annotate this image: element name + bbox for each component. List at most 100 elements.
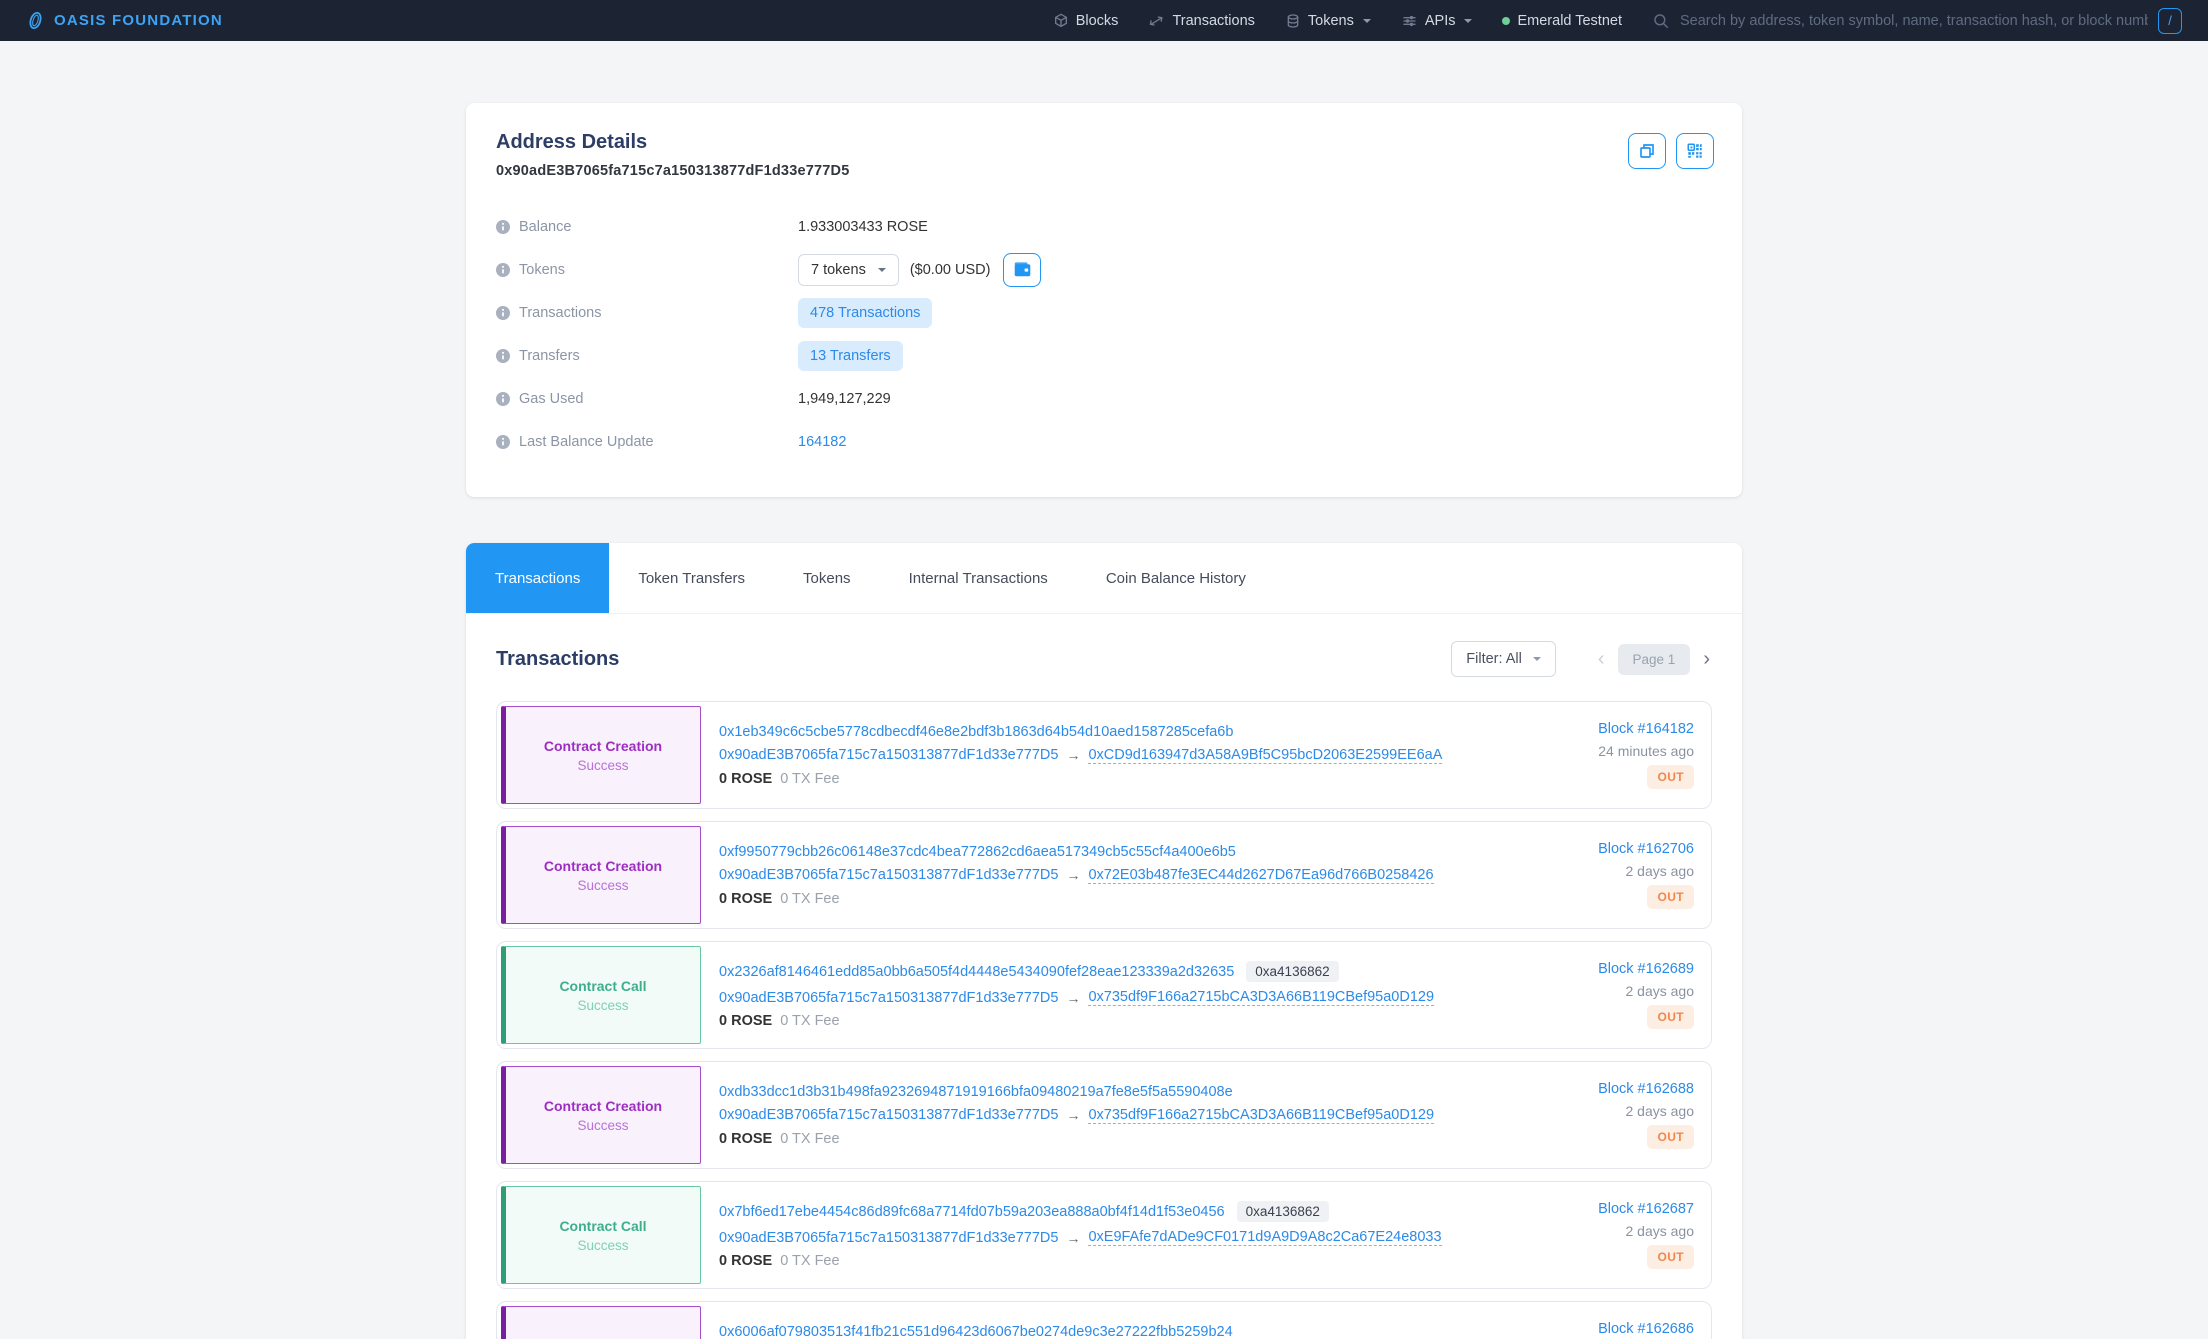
tx-status-block: Contract Call Success (501, 1186, 701, 1284)
transactions-label: Transactions (496, 305, 798, 321)
tx-direction-badge: OUT (1647, 1245, 1694, 1269)
tx-type-label: Contract Creation (544, 858, 662, 874)
tab-strip: TransactionsToken TransfersTokensInterna… (466, 543, 1742, 614)
tx-from-address-link[interactable]: 0x90adE3B7065fa715c7a150313877dF1d33e777… (719, 747, 1058, 763)
tx-type-label: Contract Creation (544, 738, 662, 754)
tx-from-address-link[interactable]: 0x90adE3B7065fa715c7a150313877dF1d33e777… (719, 1230, 1058, 1246)
slash-shortcut-badge: / (2158, 8, 2182, 34)
info-icon (496, 435, 510, 449)
tx-value: 0 ROSE (719, 771, 772, 787)
nav-item-network[interactable]: Emerald Testnet (1502, 13, 1622, 29)
transactions-section-header: Transactions Filter: All ‹ Page 1 › (466, 614, 1742, 701)
filter-dropdown[interactable]: Filter: All (1451, 641, 1556, 677)
tx-from-address-link[interactable]: 0x90adE3B7065fa715c7a150313877dF1d33e777… (719, 867, 1058, 883)
nav-label: Transactions (1172, 13, 1254, 29)
search-icon (1652, 12, 1670, 30)
nav-item-tokens[interactable]: Tokens (1285, 13, 1371, 29)
nav-label: APIs (1425, 13, 1456, 29)
tx-status-label: Success (577, 758, 628, 773)
qr-code-button[interactable] (1676, 133, 1714, 169)
tx-to-address-link[interactable]: 0xCD9d163947d3A58A9Bf5C95bcD2063E2599EE6… (1088, 747, 1442, 764)
search-input[interactable] (1680, 13, 2148, 29)
tx-age: 2 days ago (1626, 1103, 1695, 1119)
oasis-logo-icon (26, 11, 45, 30)
tx-fee: 0 TX Fee (780, 1131, 839, 1147)
info-icon (496, 306, 510, 320)
tx-hash-link[interactable]: 0x7bf6ed17ebe4454c86d89fc68a7714fd07b59a… (719, 1204, 1225, 1220)
transfers-count-badge[interactable]: 13 Transfers (798, 341, 903, 371)
tx-block-link[interactable]: Block #162689 (1598, 961, 1694, 977)
chevron-down-icon (1464, 19, 1472, 23)
tx-block-link[interactable]: Block #164182 (1598, 721, 1694, 737)
card-actions (1628, 133, 1714, 169)
tx-type-label: Contract Call (559, 1218, 646, 1234)
address-details-card: Address Details 0x90adE3B7065fa715c7a150… (466, 103, 1742, 497)
tab-internal-transactions[interactable]: Internal Transactions (880, 543, 1077, 613)
transactions-heading: Transactions (496, 648, 619, 671)
prev-page-button[interactable]: ‹ (1594, 647, 1609, 671)
wallet-button[interactable] (1003, 253, 1041, 287)
tx-block-link[interactable]: Block #162686 (1598, 1321, 1694, 1337)
current-page-button[interactable]: Page 1 (1618, 644, 1691, 675)
tokens-coins-icon (1285, 13, 1301, 29)
balance-value: 1.933003433 ROSE (798, 219, 928, 235)
tx-age: 2 days ago (1626, 1223, 1695, 1239)
tx-to-address-link[interactable]: 0xE9FAfe7dADe9CF0171d9A9D9A8c2Ca67E24e80… (1088, 1229, 1441, 1246)
tx-status-block: Contract Creation Success (501, 826, 701, 924)
tx-type-label: Contract Call (559, 978, 646, 994)
tx-status-label: Success (577, 998, 628, 1013)
brand-logo[interactable]: OASIS FOUNDATION (26, 11, 223, 30)
tx-hash-link[interactable]: 0xf9950779cbb26c06148e37cdc4bea772862cd6… (719, 844, 1236, 860)
tab-token-transfers[interactable]: Token Transfers (609, 543, 774, 613)
top-navbar: OASIS FOUNDATION Blocks Transactions Tok… (0, 0, 2208, 41)
arrow-right-icon: → (1066, 1230, 1080, 1246)
copy-address-button[interactable] (1628, 133, 1666, 169)
tx-hash-link[interactable]: 0x2326af8146461edd85a0bb6a505f4d4448e543… (719, 964, 1234, 980)
gas-used-value: 1,949,127,229 (798, 391, 891, 407)
gas-used-row: Gas Used 1,949,127,229 (496, 377, 1712, 420)
tx-block-link[interactable]: Block #162688 (1598, 1081, 1694, 1097)
next-page-button[interactable]: › (1699, 647, 1714, 671)
transfers-label: Transfers (496, 348, 798, 364)
tx-block-link[interactable]: Block #162706 (1598, 841, 1694, 857)
tx-hash-link[interactable]: 0x6006af079803513f41fb21c551d96423d6067b… (719, 1324, 1233, 1339)
tx-to-address-link[interactable]: 0x72E03b487fe3EC44d2627D67Ea96d766B02584… (1088, 867, 1433, 884)
chevron-down-icon (1533, 657, 1541, 661)
tx-fee: 0 TX Fee (780, 1013, 839, 1029)
last-balance-update-row: Last Balance Update 164182 (496, 420, 1712, 463)
tx-age: 2 days ago (1626, 983, 1695, 999)
tx-hash-link[interactable]: 0x1eb349c6c5cbe5778cdbecdf46e8e2bdf3b186… (719, 724, 1233, 740)
brand-name: OASIS FOUNDATION (54, 12, 223, 29)
transfers-row: Transfers 13 Transfers (496, 334, 1712, 377)
tx-hash-link[interactable]: 0xdb33dcc1d3b31b498fa9232694871919166bfa… (719, 1084, 1233, 1100)
tx-status-block: Contract Creation Success (501, 1306, 701, 1339)
chevron-down-icon (1363, 19, 1371, 23)
info-icon (496, 220, 510, 234)
tab-coin-balance-history[interactable]: Coin Balance History (1077, 543, 1275, 613)
nav-item-apis[interactable]: APIs (1401, 13, 1473, 29)
tx-method-badge: 0xa4136862 (1246, 961, 1338, 982)
tx-from-address-link[interactable]: 0x90adE3B7065fa715c7a150313877dF1d33e777… (719, 990, 1058, 1006)
tx-value: 0 ROSE (719, 891, 772, 907)
tx-to-address-link[interactable]: 0x735df9F166a2715bCA3D3A66B119CBef95a0D1… (1088, 989, 1434, 1006)
tab-tokens[interactable]: Tokens (774, 543, 880, 613)
nav-item-transactions[interactable]: Transactions (1148, 13, 1254, 29)
tx-fee: 0 TX Fee (780, 1253, 839, 1269)
tx-status-label: Success (577, 878, 628, 893)
blocks-cube-icon (1053, 13, 1069, 29)
nav-label: Emerald Testnet (1517, 13, 1622, 29)
tx-block-link[interactable]: Block #162687 (1598, 1201, 1694, 1217)
transactions-count-badge[interactable]: 478 Transactions (798, 298, 932, 328)
last-balance-update-block-link[interactable]: 164182 (798, 434, 846, 450)
transaction-tile: Contract Call Success 0x2326af8146461edd… (496, 941, 1712, 1049)
tokens-row: Tokens 7 tokens ($0.00 USD) (496, 248, 1712, 291)
transactions-row: Transactions 478 Transactions (496, 291, 1712, 334)
search-bar: / (1652, 8, 2182, 34)
tokens-usd-value: ($0.00 USD) (910, 262, 991, 278)
tx-to-address-link[interactable]: 0x735df9F166a2715bCA3D3A66B119CBef95a0D1… (1088, 1107, 1434, 1124)
arrow-right-icon: → (1066, 747, 1080, 763)
tx-from-address-link[interactable]: 0x90adE3B7065fa715c7a150313877dF1d33e777… (719, 1107, 1058, 1123)
nav-item-blocks[interactable]: Blocks (1053, 13, 1119, 29)
tokens-dropdown[interactable]: 7 tokens (798, 254, 899, 286)
tab-transactions[interactable]: Transactions (466, 543, 609, 613)
